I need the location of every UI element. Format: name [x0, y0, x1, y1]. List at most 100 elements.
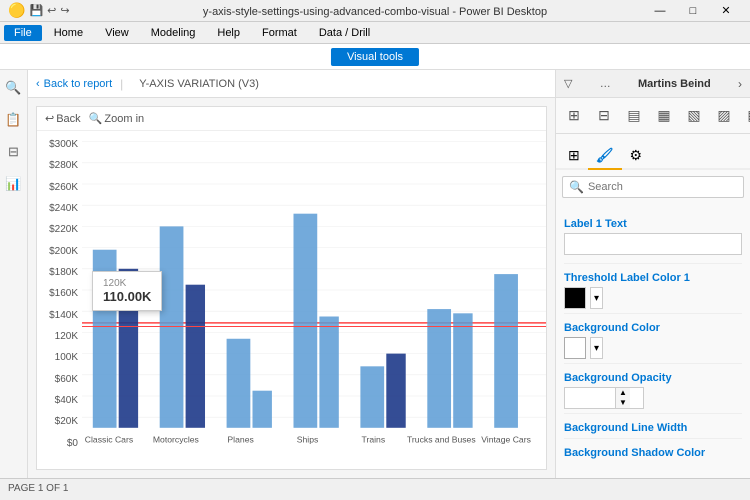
search-box[interactable]: 🔍 — [562, 176, 744, 198]
sidebar-icon-data[interactable]: 📊 — [4, 174, 24, 194]
y-label-40k: $40K — [55, 395, 78, 406]
window-title: y-axis-style-settings-using-advanced-com… — [203, 6, 547, 18]
format-tab-analytics[interactable]: ⚙ — [622, 143, 651, 170]
minimize-button[interactable]: — — [644, 0, 676, 22]
zoom-icon: 🔍 — [89, 112, 103, 125]
bg-color-row: ▾ — [564, 337, 742, 359]
ribbon-tab-home[interactable]: Home — [44, 25, 93, 41]
save-icon[interactable]: 💾 — [29, 4, 43, 17]
svg-text:Vintage Cars: Vintage Cars — [481, 435, 531, 445]
divider-1 — [564, 263, 742, 264]
sidebar-icon-search[interactable]: 🔍 — [4, 78, 24, 98]
viz-icon-column[interactable]: ▦ — [650, 102, 678, 130]
back-chevron-icon: ‹ — [36, 78, 40, 90]
ribbon-tab-data-drill[interactable]: Data / Drill — [309, 25, 380, 41]
tooltip-top-label: 120K — [103, 278, 151, 289]
sidebar-icon-bookmark[interactable]: 📋 — [4, 110, 24, 130]
ribbon: File Home View Modeling Help Format Data… — [0, 22, 750, 44]
ribbon-tab-help[interactable]: Help — [207, 25, 250, 41]
panel-expand-icon[interactable]: › — [738, 77, 742, 91]
bg-opacity-row[interactable]: 40 ▲ ▼ — [564, 387, 644, 409]
y-label-140k: $140K — [49, 310, 78, 321]
y-label-260k: $260K — [49, 182, 78, 193]
undo-icon[interactable]: ↩ — [47, 4, 56, 17]
y-label-240k: $240K — [49, 203, 78, 214]
svg-text:Motorcycles: Motorcycles — [153, 435, 199, 445]
report-title: Y-AXIS VARIATION (V3) — [139, 78, 259, 90]
close-button[interactable]: ✕ — [710, 0, 742, 22]
right-panel: ▽ … Martins Beind › ⊞ ⊟ ▤ ▦ ▧ ▨ ▩ … ⊞ 🖌 … — [555, 70, 750, 478]
bottom-bar: PAGE 1 OF 1 — [0, 478, 750, 498]
back-to-report-button[interactable]: ‹ Back to report — [36, 78, 112, 90]
y-label-60k: $60K — [55, 374, 78, 385]
chart-toolbar: ↩ Back 🔍 Zoom in — [37, 107, 546, 131]
ribbon-tab-view[interactable]: View — [95, 25, 139, 41]
filter-icon[interactable]: ▽ — [564, 77, 572, 90]
chart-main[interactable]: Classic Cars Motorcycles Planes Ships Tr… — [82, 131, 546, 469]
bg-line-width-label: Background Line Width — [564, 422, 742, 434]
format-tabs: ⊞ 🖌 ⚙ — [556, 134, 750, 170]
viz-icon-line[interactable]: ▧ — [680, 102, 708, 130]
visual-tools-button[interactable]: Visual tools — [331, 48, 419, 66]
chart-back-button[interactable]: ↩ Back — [45, 112, 81, 125]
y-label-200k: $200K — [49, 246, 78, 257]
sidebar-icon-filter[interactable]: ⊟ — [4, 142, 24, 162]
report-content: ↩ Back 🔍 Zoom in $300K $280K $260K — [28, 98, 555, 478]
y-label-160k: $160K — [49, 288, 78, 299]
threshold-line — [82, 326, 546, 327]
bg-shadow-label: Background Shadow Color — [564, 447, 742, 459]
chart-container: ↩ Back 🔍 Zoom in $300K $280K $260K — [36, 106, 547, 470]
viz-icon-bar[interactable]: ▤ — [620, 102, 648, 130]
ribbon-tab-modeling[interactable]: Modeling — [141, 25, 206, 41]
svg-text:Planes: Planes — [227, 435, 253, 445]
panel-title: Martins Beind — [638, 78, 711, 90]
bg-opacity-spinners: ▲ ▼ — [615, 388, 630, 408]
svg-text:Trains: Trains — [362, 435, 386, 445]
ribbon-tab-file[interactable]: File — [4, 25, 42, 41]
maximize-button[interactable]: □ — [677, 0, 709, 22]
opacity-up-button[interactable]: ▲ — [616, 388, 630, 398]
chart-zoom-button[interactable]: 🔍 Zoom in — [89, 112, 144, 125]
divider-3 — [564, 363, 742, 364]
visual-tools-bar: Visual tools — [0, 44, 750, 70]
panel-header: ▽ … Martins Beind › — [556, 70, 750, 98]
search-icon: 🔍 — [569, 180, 584, 194]
viz-icon-table[interactable]: ⊞ — [560, 102, 588, 130]
svg-text:Trucks and Buses: Trucks and Buses — [407, 435, 476, 445]
viz-icon-matrix[interactable]: ⊟ — [590, 102, 618, 130]
threshold-color-dropdown[interactable]: ▾ — [590, 287, 603, 309]
svg-text:Ships: Ships — [297, 435, 319, 445]
redo-icon[interactable]: ↪ — [60, 4, 69, 17]
chart-body: $300K $280K $260K $240K $220K $200K $180… — [37, 131, 546, 469]
format-tab-fields[interactable]: ⊞ — [560, 143, 588, 170]
bg-opacity-label: Background Opacity — [564, 372, 742, 384]
chart-tooltip: 120K 110.00K — [92, 271, 162, 311]
y-label-20k: $20K — [55, 416, 78, 427]
bg-color-dropdown[interactable]: ▾ — [590, 337, 603, 359]
threshold-color-swatch[interactable] — [564, 287, 586, 309]
left-sidebar: 🔍 📋 ⊟ 📊 — [0, 70, 28, 478]
label1-text-input[interactable] — [564, 233, 742, 255]
y-label-280k: $280K — [49, 160, 78, 171]
window-controls: — □ ✕ — [644, 0, 742, 22]
title-bar-left: 🟡 💾 ↩ ↪ — [8, 2, 70, 19]
ribbon-tab-format[interactable]: Format — [252, 25, 307, 41]
report-toolbar: ‹ Back to report | Y-AXIS VARIATION (V3) — [28, 70, 555, 98]
viz-icon-scatter[interactable]: ▩ — [740, 102, 750, 130]
search-input[interactable] — [588, 181, 737, 193]
divider-5 — [564, 438, 742, 439]
divider-4 — [564, 413, 742, 414]
more-icon[interactable]: … — [600, 78, 611, 90]
y-label-100k: 100K — [55, 352, 78, 363]
y-label-300k: $300K — [49, 139, 78, 150]
y-label-180k: $180K — [49, 267, 78, 278]
title-bar: 🟡 💾 ↩ ↪ y-axis-style-settings-using-adva… — [0, 0, 750, 22]
viz-icon-area[interactable]: ▨ — [710, 102, 738, 130]
opacity-down-button[interactable]: ▼ — [616, 398, 630, 408]
bg-color-label: Background Color — [564, 322, 742, 334]
bg-color-swatch[interactable] — [564, 337, 586, 359]
format-tab-format[interactable]: 🖌 — [588, 143, 622, 170]
content-area: 🔍 📋 ⊟ 📊 ‹ Back to report | Y-AXIS VARIAT… — [0, 70, 750, 478]
settings-panel: Label 1 Text Threshold Label Color 1 ▾ B… — [556, 204, 750, 478]
bg-opacity-input[interactable]: 40 — [565, 391, 615, 405]
